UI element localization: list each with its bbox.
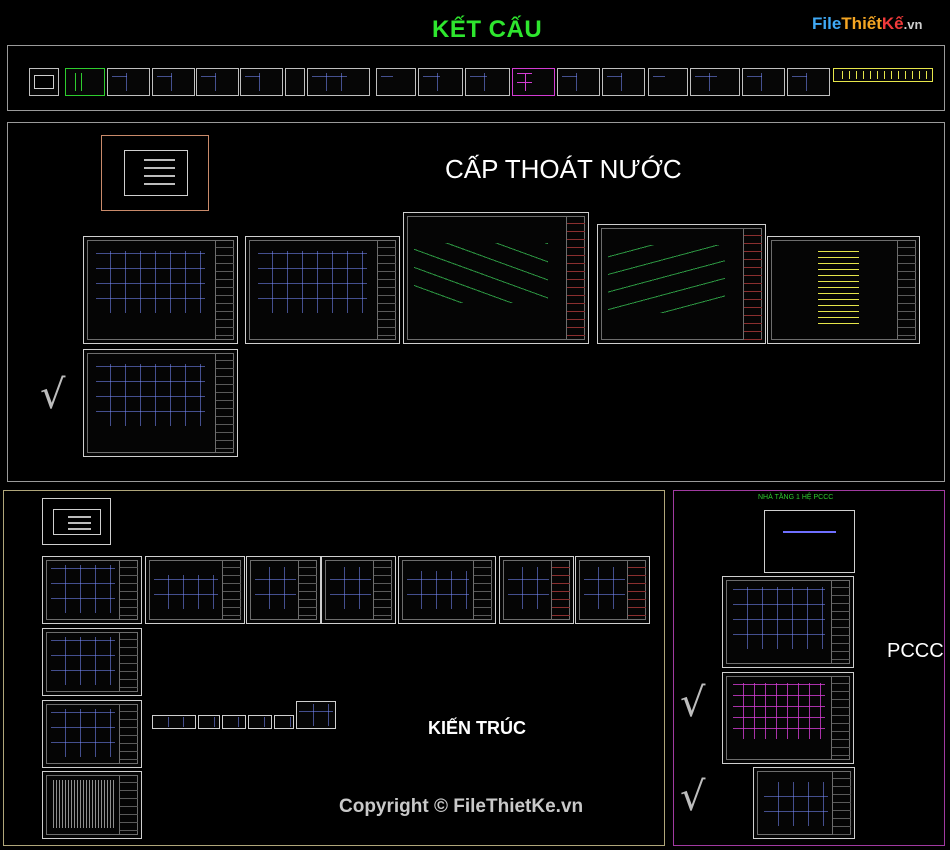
strip-sheet[interactable] [307,68,370,96]
drawing-list-cover[interactable] [101,135,209,211]
check-mark-icon: √ [680,774,706,820]
strip-sheet[interactable] [648,68,688,96]
copyright-watermark: Copyright © FileThietKe.vn [339,796,584,817]
detail-sheet[interactable] [248,715,272,729]
detail-sheet[interactable] [274,715,294,729]
pccc-drawing-list[interactable] [764,510,855,573]
strip-sheet[interactable] [602,68,645,96]
drawing-sheet-arch-section-1[interactable] [246,556,321,624]
detail-sheet[interactable] [198,715,220,729]
drawing-sheet-pccc-section[interactable] [753,767,855,839]
strip-sheet[interactable] [512,68,555,96]
drawing-sheet-arch-plan-1[interactable] [42,556,142,624]
strip-sheet[interactable] [690,68,740,96]
strip-sheet-cover[interactable] [29,68,59,96]
section-title-cap-thoat-nuoc: CẤP THOÁT NƯỚC [445,154,682,184]
check-mark-icon: √ [40,372,66,418]
architecture-drawing-list[interactable] [42,498,111,545]
strip-sheet-table[interactable] [833,68,933,82]
drawing-sheet-plumbing-isometric-2[interactable] [597,224,766,344]
filethietke-logo: FileThiếtKế.vn [812,14,923,33]
drawing-sheet-arch-section-2[interactable] [321,556,396,624]
drawing-sheet-pccc-plan-2[interactable] [722,672,854,764]
strip-sheet[interactable] [418,68,463,96]
strip-sheet[interactable] [65,68,105,96]
strip-sheet[interactable] [196,68,239,96]
strip-sheet[interactable] [742,68,785,96]
check-mark-icon: √ [680,680,706,726]
strip-sheet[interactable] [285,68,305,96]
strip-sheet[interactable] [557,68,600,96]
drawing-sheet-arch-plan-3[interactable] [42,700,142,768]
drawing-sheet-pccc-plan-1[interactable] [722,576,854,668]
detail-sheet[interactable] [152,715,196,729]
section-title-pccc: PCCC [887,640,944,662]
drawing-sheet-arch-elevation-2[interactable] [398,556,496,624]
drawing-sheet-arch-elevation-1[interactable] [145,556,245,624]
drawing-sheet-plumbing-isometric-1[interactable] [403,212,589,344]
section-title-kien-truc: KIẾN TRÚC [428,718,526,738]
drawing-sheet-arch-section-4[interactable] [575,556,650,624]
drawing-sheet-plumbing-plan-1[interactable] [83,236,238,344]
drawing-sheet-plumbing-plan-3[interactable] [83,349,238,457]
strip-sheet[interactable] [107,68,150,96]
strip-sheet[interactable] [465,68,510,96]
section-title-ket-cau: KẾT CẤU [432,16,543,43]
strip-sheet[interactable] [152,68,195,96]
drawing-sheet-plumbing-table[interactable] [767,236,920,344]
drawing-sheet-arch-section-3[interactable] [499,556,574,624]
strip-sheet[interactable] [240,68,283,96]
drawing-sheet-arch-plan-2[interactable] [42,628,142,696]
detail-sheet[interactable] [296,701,336,729]
pccc-header-label: NHÀ TẦNG 1 HỆ PCCC [758,494,834,501]
drawing-sheet-arch-roof[interactable] [42,771,142,839]
strip-sheet[interactable] [376,68,416,96]
drawing-sheet-plumbing-plan-2[interactable] [245,236,400,344]
strip-sheet[interactable] [787,68,830,96]
detail-sheet[interactable] [222,715,246,729]
